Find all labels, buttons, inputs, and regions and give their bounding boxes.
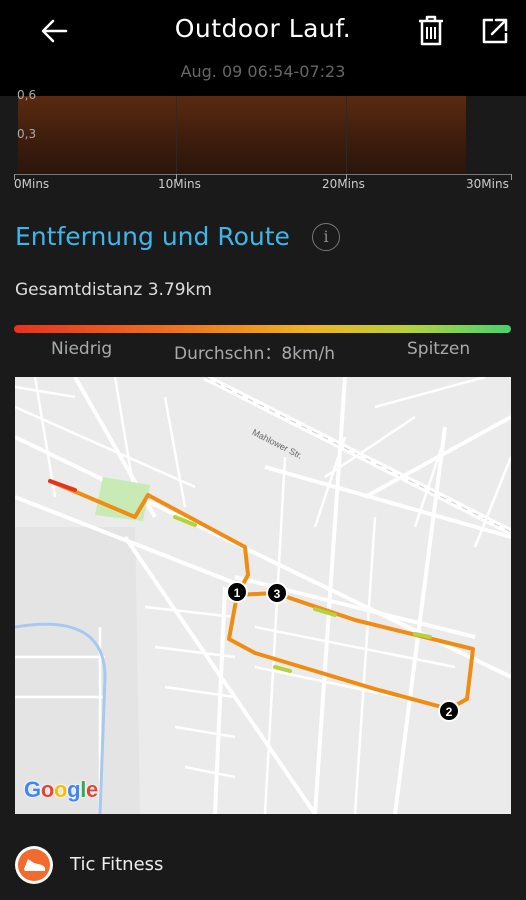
x-tick-label: 0Mins (14, 177, 50, 191)
activity-time-range: Aug. 09 06:54-07:23 (180, 62, 346, 81)
delete-button[interactable] (416, 14, 446, 48)
svg-text:2: 2 (446, 705, 453, 719)
route-marker-3[interactable]: 3 (266, 582, 288, 604)
top-bar: Outdoor Lauf. Aug. 09 06:54-07:23 (0, 0, 526, 96)
y-tick-label: 0,3 (17, 127, 37, 141)
y-tick-label: 0,6 (17, 88, 37, 102)
legend-peak: Spitzen (407, 339, 471, 359)
chart-gridline (346, 96, 347, 174)
x-tick-label: 10Mins (158, 177, 201, 191)
x-tick-label: 30Mins (466, 177, 509, 191)
app-name: Tic Fitness (70, 854, 164, 875)
section-title: Entfernung und Route (15, 222, 290, 251)
speed-gradient-bar (14, 325, 511, 333)
google-logo: Google (24, 777, 98, 802)
route-map[interactable]: 1 3 2 Mahlower Str. Google (15, 377, 511, 814)
share-button[interactable] (478, 14, 512, 48)
route-marker-1[interactable]: 1 (226, 581, 248, 603)
x-tick (511, 174, 512, 180)
svg-text:3: 3 (274, 587, 281, 601)
trash-icon (419, 15, 443, 46)
x-tick-label: 20Mins (322, 177, 365, 191)
total-distance: Gesamtdistanz 3.79km (15, 280, 212, 300)
x-axis (14, 174, 512, 175)
svg-text:1: 1 (234, 586, 241, 600)
pace-chart: 0,6 0,3 0Mins 10Mins 20Mins 30Mins (0, 88, 526, 196)
legend-average: Durchschn：8km/h (174, 344, 336, 364)
page-title: Outdoor Lauf. (174, 14, 352, 43)
share-external-icon (482, 18, 508, 44)
chart-gridline (176, 96, 177, 174)
tic-fitness-shoe-icon (15, 846, 53, 884)
info-icon[interactable]: i (312, 223, 340, 251)
route-marker-2[interactable]: 2 (438, 700, 460, 722)
legend-low: Niedrig (51, 339, 113, 359)
source-app-row[interactable]: Tic Fitness (15, 846, 515, 886)
chart-fill-area (18, 96, 466, 174)
